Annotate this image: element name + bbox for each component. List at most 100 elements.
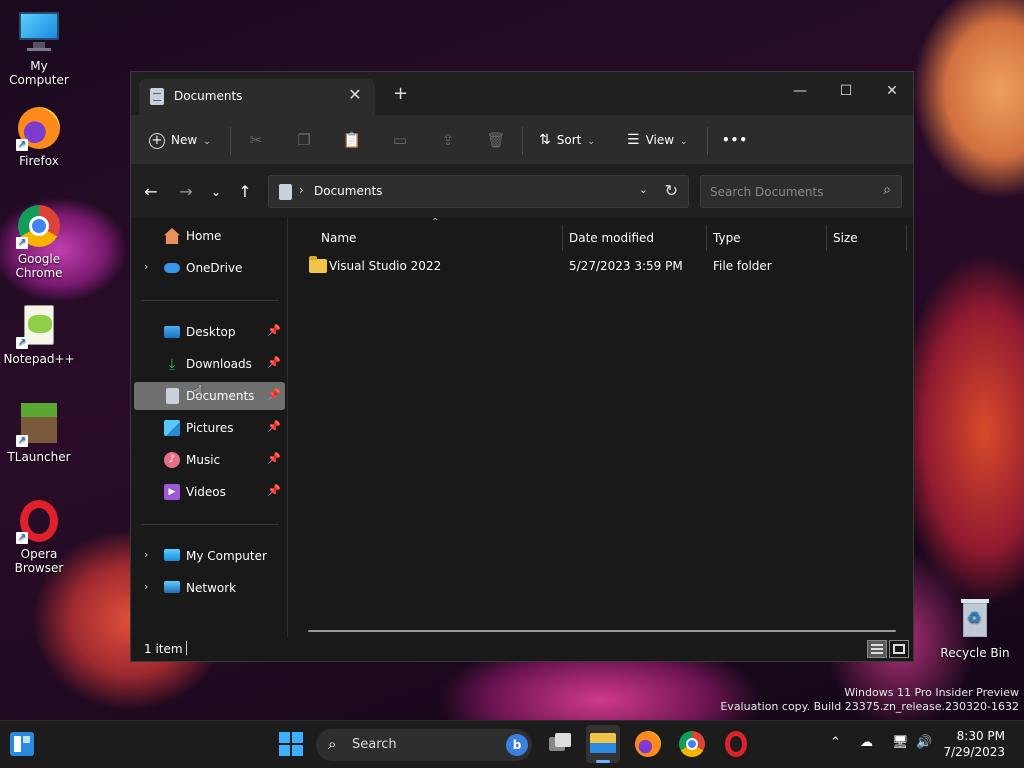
expand-chevron-icon[interactable]: › (144, 548, 148, 561)
sidebar-item-music[interactable]: ♪ Music 📌 (134, 446, 285, 474)
chrome-taskbar-icon[interactable] (677, 729, 707, 759)
column-separator[interactable] (562, 225, 563, 251)
table-row[interactable]: Visual Studio 2022 5/27/2023 3:59 PM Fil… (303, 256, 903, 278)
recycle-bin-icon: ♻ (952, 597, 998, 643)
desktop-icon-notepadpp[interactable]: ↗ Notepad++ (1, 303, 77, 366)
column-header-date[interactable]: Date modified (569, 227, 654, 249)
taskbar: ⌕ Search b ⌃ ☁ 🖥 🔊 8:30 PM 7/29/2023 (0, 720, 1024, 768)
status-bar: 1 item (131, 637, 913, 661)
file-explorer-taskbar-icon[interactable] (586, 725, 620, 763)
task-view-icon[interactable] (545, 729, 575, 759)
address-dropdown-icon[interactable]: ⌄ (639, 183, 648, 196)
sidebar-item-onedrive[interactable]: › OneDrive (134, 254, 285, 282)
column-header-name[interactable]: Name (321, 227, 356, 249)
more-options-button[interactable]: ••• (722, 128, 748, 152)
show-hidden-icons-chevron-icon[interactable]: ⌃ (830, 735, 841, 750)
widgets-icon[interactable] (8, 730, 38, 760)
back-arrow-icon[interactable]: ← (140, 181, 162, 203)
firefox-icon: ↗ (16, 105, 62, 151)
forward-arrow-icon[interactable]: → (175, 181, 197, 203)
breadcrumb-documents[interactable]: Documents (314, 184, 382, 198)
address-box[interactable]: › Documents ⌄ ↻ (268, 175, 689, 208)
network-icon (164, 581, 180, 593)
pin-icon[interactable]: 📌 (267, 388, 281, 401)
desktop-icon-chrome[interactable]: ↗ Google Chrome (1, 203, 77, 280)
chevron-down-icon: ⌄ (203, 137, 211, 147)
view-lines-icon: ☰ (627, 132, 640, 148)
system-clock[interactable]: 8:30 PM 7/29/2023 (943, 728, 1005, 760)
sidebar-item-my-computer[interactable]: › My Computer (134, 542, 285, 570)
cloud-offline-icon[interactable]: ☁ (860, 735, 873, 750)
desktop-icon-tlauncher[interactable]: ↗ TLauncher (1, 401, 77, 464)
start-windows-icon[interactable] (276, 729, 306, 759)
minimize-button[interactable]: — (777, 77, 823, 105)
volume-icon[interactable]: 🔊 (916, 735, 932, 750)
share-icon[interactable]: ⇪ (438, 130, 458, 150)
opera-taskbar-icon[interactable] (721, 729, 751, 759)
desktop-icon-opera[interactable]: ↗ Opera Browser (1, 498, 77, 575)
column-header-type[interactable]: Type (713, 227, 741, 249)
bing-icon[interactable]: b (506, 734, 528, 756)
sidebar-item-documents[interactable]: Documents 📌 (134, 382, 285, 410)
search-input[interactable] (701, 176, 871, 207)
column-separator[interactable] (906, 225, 907, 251)
title-bar[interactable]: Documents ✕ + — ☐ ✕ (131, 72, 913, 115)
expand-chevron-icon[interactable]: › (144, 260, 148, 273)
pin-icon[interactable]: 📌 (267, 420, 281, 433)
copy-icon[interactable]: ❐ (294, 130, 314, 150)
address-bar-row: ← → ⌄ ↑ › Documents ⌄ ↻ ⌕ (131, 165, 913, 217)
desktop-icon-my-computer[interactable]: My Computer (1, 10, 77, 87)
toolbar-separator (230, 127, 231, 155)
sidebar-item-pictures[interactable]: Pictures 📌 (134, 414, 285, 442)
tab-documents[interactable]: Documents ✕ (139, 79, 375, 115)
document-icon (166, 388, 179, 404)
expand-chevron-icon[interactable]: › (144, 580, 148, 593)
horizontal-scrollbar[interactable] (308, 630, 896, 632)
new-tab-button[interactable]: + (393, 84, 408, 104)
taskbar-search[interactable]: ⌕ Search b (316, 729, 532, 761)
pin-icon[interactable]: 📌 (267, 324, 281, 337)
refresh-icon[interactable]: ↻ (665, 181, 678, 200)
desktop-icon-firefox[interactable]: ↗ Firefox (1, 105, 77, 168)
column-header-size[interactable]: Size (833, 227, 858, 249)
breadcrumb-chevron-icon[interactable]: › (299, 183, 304, 197)
hand-cursor-icon: ☝ (192, 382, 203, 403)
cut-icon[interactable]: ✂ (246, 130, 266, 150)
search-icon[interactable]: ⌕ (883, 182, 891, 198)
details-view-button[interactable] (867, 640, 887, 658)
chevron-down-icon: ⌄ (680, 137, 688, 147)
view-button[interactable]: ☰ View ⌄ (627, 128, 688, 152)
tab-close-button[interactable]: ✕ (345, 85, 365, 105)
pin-icon[interactable]: 📌 (267, 356, 281, 369)
sidebar-item-home[interactable]: Home (134, 222, 285, 250)
column-separator[interactable] (826, 225, 827, 251)
column-separator[interactable] (706, 225, 707, 251)
pin-icon[interactable]: 📌 (267, 452, 281, 465)
new-button[interactable]: + New ⌄ (149, 128, 211, 152)
home-icon (164, 228, 180, 244)
rename-icon[interactable]: ▭ (390, 130, 410, 150)
sidebar-item-label: My Computer (186, 549, 267, 563)
desktop-icon-recycle-bin[interactable]: ♻ Recycle Bin (937, 597, 1013, 660)
sidebar-item-videos[interactable]: ▶ Videos 📌 (134, 478, 285, 506)
sidebar-item-desktop[interactable]: Desktop 📌 (134, 318, 285, 346)
pin-icon[interactable]: 📌 (267, 484, 281, 497)
recent-locations-chevron-icon[interactable]: ⌄ (205, 181, 227, 203)
maximize-button[interactable]: ☐ (823, 77, 869, 105)
sidebar-item-downloads[interactable]: ⤓ Downloads 📌 (134, 350, 285, 378)
network-status-icon[interactable]: 🖥 (892, 735, 909, 750)
sidebar-item-network[interactable]: › Network (134, 574, 285, 602)
os-watermark: Windows 11 Pro Insider Preview Evaluatio… (720, 686, 1019, 714)
command-bar: + New ⌄ ✂ ❐ 📋 ▭ ⇪ 🗑 ⇅ Sort ⌄ ☰ View ⌄ ••• (131, 115, 913, 165)
sort-button[interactable]: ⇅ Sort ⌄ (539, 128, 595, 152)
large-icons-view-button[interactable] (889, 640, 909, 658)
close-button[interactable]: ✕ (869, 77, 915, 105)
paste-icon[interactable]: 📋 (342, 130, 362, 150)
firefox-taskbar-icon[interactable] (633, 729, 663, 759)
shortcut-arrow-icon: ↗ (16, 237, 28, 249)
delete-icon[interactable]: 🗑 (486, 130, 506, 150)
up-arrow-icon[interactable]: ↑ (234, 181, 256, 203)
tiles-icon (893, 644, 905, 654)
file-list-pane: ⌃ Name Date modified Type Size Visual St… (289, 217, 913, 637)
search-icon: ⌕ (328, 735, 337, 753)
